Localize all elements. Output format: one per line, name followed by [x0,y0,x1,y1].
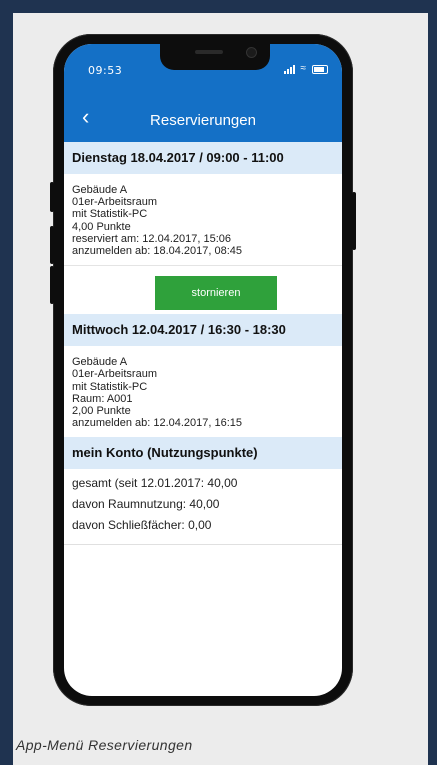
detail-line: Gebäude A [72,184,128,196]
nav-bar: ‹ Reservierungen [64,96,342,142]
page-title: Reservierungen [150,112,256,129]
account-line: davon Schließfächer: 0,00 [72,518,212,533]
detail-line: 01er-Arbeitsraum [72,368,157,381]
phone-side-button [50,182,54,212]
reservation-card: Dienstag 18.04.2017 / 09:00 - 11:00 Gebä… [64,142,342,314]
phone-power-button [352,192,356,250]
status-time: 09:53 [88,64,123,77]
speaker-grille [195,50,223,54]
reservation-header: Mittwoch 12.04.2017 / 16:30 - 18:30 [64,314,342,347]
phone-notch [160,44,270,70]
signal-icon [283,64,295,74]
image-caption: App-Menü Reservierungen [16,737,193,753]
status-icons: ≈ [283,63,328,74]
phone-volume-up-button [50,226,54,264]
detail-line: Gebäude A [72,356,128,369]
cancel-reservation-button[interactable]: stornieren [155,276,277,311]
detail-line: 4,00 Punkte [72,220,131,233]
phone-volume-down-button [50,266,54,304]
detail-line: mit Statistik-PC [72,208,148,221]
front-camera [246,47,257,58]
detail-line: Raum: A001 [72,392,133,405]
reservation-list: Dienstag 18.04.2017 / 09:00 - 11:00 Gebä… [64,142,342,546]
detail-line: 01er-Arbeitsraum [72,196,157,209]
battery-icon [312,64,328,74]
reservation-header: Dienstag 18.04.2017 / 09:00 - 11:00 [64,142,342,174]
account-line: davon Raumnutzung: 40,00 [72,497,220,512]
reservation-details: Gebäude A 01er-Arbeitsraum mit Statistik… [64,174,342,265]
detail-line: anzumelden ab: 12.04.2017, 16:15 [72,417,243,430]
status-bar: 09:53 ≈ [64,44,342,96]
account-header: mein Konto (Nutzungspunkte) [64,437,342,470]
cancel-row: stornieren [64,266,342,314]
account-section: mein Konto (Nutzungspunkte) gesamt (seit… [64,437,342,546]
detail-line: reserviert am: 12.04.2017, 15:06 [72,232,231,245]
detail-line: mit Statistik-PC [72,380,148,393]
detail-line: anzumelden ab: 18.04.2017, 08:45 [72,245,243,258]
wifi-icon: ≈ [300,63,307,74]
account-details: gesamt (seit 12.01.2017: 40,00 davon Rau… [64,469,342,546]
reservation-details: Gebäude A 01er-Arbeitsraum mit Statistik… [64,346,342,437]
reservation-card: Mittwoch 12.04.2017 / 16:30 - 18:30 Gebä… [64,314,342,437]
detail-line: 2,00 Punkte [72,405,131,418]
phone-frame: 09:53 ≈ ‹ Reservierungen Dienstag 18.04.… [50,34,356,706]
phone-screen: 09:53 ≈ ‹ Reservierungen Dienstag 18.04.… [64,44,342,696]
account-line: gesamt (seit 12.01.2017: 40,00 [72,476,238,491]
